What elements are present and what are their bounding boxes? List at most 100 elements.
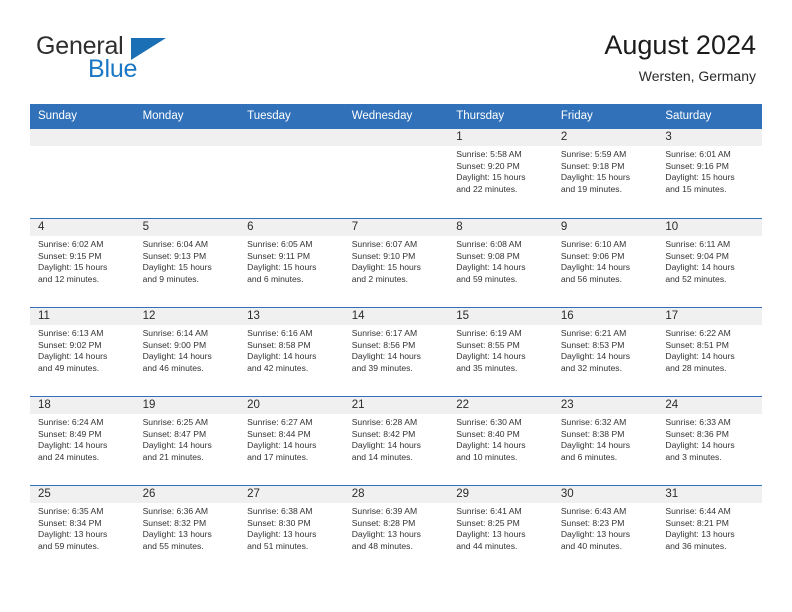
day-details: Sunrise: 6:27 AM Sunset: 8:44 PM Daylight:… xyxy=(239,414,344,463)
sunset-time: Sunset: 8:42 PM xyxy=(351,428,416,439)
calendar-day[interactable]: 4 Sunrise: 6:02 AM Sunset: 9:15 PM Daylight… xyxy=(30,218,135,307)
daylight-duration-line2: and 55 minutes. xyxy=(142,540,204,551)
calendar-day-cell[interactable]: 2 Sunrise: 5:59 AM Sunset: 9:18 PM Daylight… xyxy=(552,129,658,218)
calendar-day-cell[interactable]: 5 Sunrise: 6:04 AM Sunset: 9:13 PM Daylight… xyxy=(134,218,240,307)
calendar-day[interactable]: 25 Sunrise: 6:35 AM Sunset: 8:34 PM Dayligh… xyxy=(30,485,135,574)
day-details: Sunrise: 6:01 AM Sunset: 9:16 PM Daylight:… xyxy=(657,146,762,195)
calendar-day[interactable]: 1 Sunrise: 5:58 AM Sunset: 9:20 PM Daylight… xyxy=(448,129,553,218)
calendar-day-cell[interactable]: 30 Sunrise: 6:43 AM Sunset: 8:23 PM Dayligh… xyxy=(552,485,658,574)
calendar-day[interactable]: 30 Sunrise: 6:43 AM Sunset: 8:23 PM Dayligh… xyxy=(552,485,658,574)
calendar-day-cell[interactable]: 16 Sunrise: 6:21 AM Sunset: 8:53 PM Dayligh… xyxy=(552,307,658,396)
calendar-day-cell[interactable]: 8 Sunrise: 6:08 AM Sunset: 9:08 PM Daylight… xyxy=(448,218,553,307)
calendar-day[interactable]: 9 Sunrise: 6:10 AM Sunset: 9:06 PM Daylight… xyxy=(552,218,658,307)
calendar-day-cell[interactable]: 17 Sunrise: 6:22 AM Sunset: 8:51 PM Dayligh… xyxy=(657,307,762,396)
calendar-day-cell[interactable]: 7 Sunrise: 6:07 AM Sunset: 9:10 PM Daylight… xyxy=(343,218,449,307)
calendar-day-cell[interactable] xyxy=(30,129,135,218)
calendar-day-cell[interactable] xyxy=(239,129,344,218)
day-details: Sunrise: 6:33 AM Sunset: 8:36 PM Daylight:… xyxy=(657,414,762,463)
weekday-header-row: Sunday Monday Tuesday Wednesday Thursday… xyxy=(30,104,762,129)
calendar-day-cell[interactable]: 12 Sunrise: 6:14 AM Sunset: 9:00 PM Dayligh… xyxy=(134,307,240,396)
sunrise-time: Sunrise: 6:07 AM xyxy=(351,239,418,249)
sunrise-time: Sunrise: 6:39 AM xyxy=(351,506,418,516)
daylight-duration-line1: Daylight: 14 hours xyxy=(38,440,108,451)
calendar-day[interactable]: 28 Sunrise: 6:39 AM Sunset: 8:28 PM Dayligh… xyxy=(343,485,449,574)
day-details: Sunrise: 6:44 AM Sunset: 8:21 PM Daylight:… xyxy=(657,503,762,552)
day-details: Sunrise: 6:14 AM Sunset: 9:00 PM Daylight:… xyxy=(135,325,240,374)
calendar-day[interactable]: 29 Sunrise: 6:41 AM Sunset: 8:25 PM Dayligh… xyxy=(448,485,553,574)
calendar-day-cell[interactable]: 25 Sunrise: 6:35 AM Sunset: 8:34 PM Dayligh… xyxy=(30,485,135,574)
calendar-day[interactable]: 6 Sunrise: 6:05 AM Sunset: 9:11 PM Daylight… xyxy=(239,218,344,307)
day-details: Sunrise: 6:22 AM Sunset: 8:51 PM Daylight:… xyxy=(657,325,762,374)
calendar-day-cell[interactable]: 10 Sunrise: 6:11 AM Sunset: 9:04 PM Dayligh… xyxy=(657,218,762,307)
day-details: Sunrise: 5:58 AM Sunset: 9:20 PM Daylight:… xyxy=(448,146,553,195)
calendar-day[interactable]: 26 Sunrise: 6:36 AM Sunset: 8:32 PM Dayligh… xyxy=(134,485,240,574)
sunset-time: Sunset: 8:40 PM xyxy=(456,428,520,439)
sunset-time: Sunset: 9:08 PM xyxy=(456,250,520,261)
calendar-day-cell[interactable]: 31 Sunrise: 6:44 AM Sunset: 8:21 PM Dayligh… xyxy=(657,485,762,574)
calendar-day-cell[interactable]: 20 Sunrise: 6:27 AM Sunset: 8:44 PM Dayligh… xyxy=(239,396,344,485)
calendar-day-cell[interactable] xyxy=(134,129,240,218)
calendar-day[interactable]: 3 Sunrise: 6:01 AM Sunset: 9:16 PM Daylight… xyxy=(657,129,762,218)
calendar-day[interactable]: 20 Sunrise: 6:27 AM Sunset: 8:44 PM Dayligh… xyxy=(239,396,344,485)
daylight-duration-line1: Daylight: 13 hours xyxy=(560,529,631,540)
day-number: 5 xyxy=(134,219,240,236)
calendar-day[interactable]: 17 Sunrise: 6:22 AM Sunset: 8:51 PM Dayligh… xyxy=(657,307,762,396)
calendar-day-cell[interactable]: 22 Sunrise: 6:30 AM Sunset: 8:40 PM Dayligh… xyxy=(448,396,553,485)
calendar-day[interactable]: 7 Sunrise: 6:07 AM Sunset: 9:10 PM Daylight… xyxy=(343,218,449,307)
calendar-day[interactable]: 19 Sunrise: 6:25 AM Sunset: 8:47 PM Dayligh… xyxy=(134,396,240,485)
calendar-day-cell[interactable]: 24 Sunrise: 6:33 AM Sunset: 8:36 PM Dayligh… xyxy=(657,396,762,485)
daylight-duration-line2: and 35 minutes. xyxy=(456,362,518,373)
sunrise-time: Sunrise: 6:13 AM xyxy=(38,328,104,338)
calendar-day[interactable]: 18 Sunrise: 6:24 AM Sunset: 8:49 PM Dayligh… xyxy=(30,396,135,485)
calendar-day[interactable]: 27 Sunrise: 6:38 AM Sunset: 8:30 PM Dayligh… xyxy=(239,485,344,574)
calendar-day-cell[interactable]: 1 Sunrise: 5:58 AM Sunset: 9:20 PM Daylight… xyxy=(448,129,553,218)
calendar-day-cell[interactable]: 14 Sunrise: 6:17 AM Sunset: 8:56 PM Dayligh… xyxy=(343,307,449,396)
calendar-day[interactable]: 12 Sunrise: 6:14 AM Sunset: 9:00 PM Dayligh… xyxy=(134,307,240,396)
calendar-day[interactable]: 16 Sunrise: 6:21 AM Sunset: 8:53 PM Dayligh… xyxy=(552,307,658,396)
calendar-day-cell[interactable]: 15 Sunrise: 6:19 AM Sunset: 8:55 PM Dayligh… xyxy=(448,307,553,396)
daylight-duration-line1: Daylight: 14 hours xyxy=(351,440,421,451)
calendar-day-cell[interactable]: 18 Sunrise: 6:24 AM Sunset: 8:49 PM Dayligh… xyxy=(30,396,135,485)
calendar-day-cell[interactable]: 11 Sunrise: 6:13 AM Sunset: 9:02 PM Dayligh… xyxy=(30,307,135,396)
calendar-day-cell[interactable]: 19 Sunrise: 6:25 AM Sunset: 8:47 PM Dayligh… xyxy=(134,396,240,485)
calendar-day-cell[interactable]: 4 Sunrise: 6:02 AM Sunset: 9:15 PM Daylight… xyxy=(30,218,135,307)
calendar-day[interactable]: 22 Sunrise: 6:30 AM Sunset: 8:40 PM Dayligh… xyxy=(448,396,553,485)
calendar-day-cell[interactable]: 29 Sunrise: 6:41 AM Sunset: 8:25 PM Dayligh… xyxy=(448,485,553,574)
calendar-day[interactable]: 5 Sunrise: 6:04 AM Sunset: 9:13 PM Daylight… xyxy=(134,218,240,307)
calendar-day[interactable]: 23 Sunrise: 6:32 AM Sunset: 8:38 PM Dayligh… xyxy=(552,396,658,485)
day-number: 15 xyxy=(448,308,553,325)
calendar-day-cell[interactable]: 23 Sunrise: 6:32 AM Sunset: 8:38 PM Dayligh… xyxy=(552,396,658,485)
calendar-day-cell[interactable]: 9 Sunrise: 6:10 AM Sunset: 9:06 PM Daylight… xyxy=(552,218,658,307)
calendar-day[interactable]: 31 Sunrise: 6:44 AM Sunset: 8:21 PM Dayligh… xyxy=(657,485,762,574)
calendar-day-cell[interactable]: 21 Sunrise: 6:28 AM Sunset: 8:42 PM Dayligh… xyxy=(343,396,449,485)
calendar-day[interactable]: 11 Sunrise: 6:13 AM Sunset: 9:02 PM Dayligh… xyxy=(30,307,135,396)
day-details: Sunrise: 6:04 AM Sunset: 9:13 PM Daylight:… xyxy=(135,236,240,285)
calendar-day-cell[interactable] xyxy=(343,129,449,218)
calendar-day-cell[interactable]: 3 Sunrise: 6:01 AM Sunset: 9:16 PM Daylight… xyxy=(657,129,762,218)
calendar-day[interactable]: 24 Sunrise: 6:33 AM Sunset: 8:36 PM Dayligh… xyxy=(657,396,762,485)
day-number: 21 xyxy=(343,397,449,414)
calendar-day[interactable]: 14 Sunrise: 6:17 AM Sunset: 8:56 PM Dayligh… xyxy=(343,307,449,396)
daylight-duration-line2: and 10 minutes. xyxy=(456,451,518,462)
day-details: Sunrise: 6:11 AM Sunset: 9:04 PM Daylight:… xyxy=(657,236,762,285)
calendar-day[interactable]: 13 Sunrise: 6:16 AM Sunset: 8:58 PM Dayligh… xyxy=(239,307,344,396)
calendar-day-cell[interactable]: 6 Sunrise: 6:05 AM Sunset: 9:11 PM Daylight… xyxy=(239,218,344,307)
sunset-time: Sunset: 8:44 PM xyxy=(247,428,311,439)
calendar-day-cell[interactable]: 26 Sunrise: 6:36 AM Sunset: 8:32 PM Dayligh… xyxy=(134,485,240,574)
calendar-day[interactable]: 8 Sunrise: 6:08 AM Sunset: 9:08 PM Daylight… xyxy=(448,218,553,307)
calendar-day[interactable]: 10 Sunrise: 6:11 AM Sunset: 9:04 PM Dayligh… xyxy=(657,218,762,307)
calendar-day-cell[interactable]: 13 Sunrise: 6:16 AM Sunset: 8:58 PM Dayligh… xyxy=(239,307,344,396)
calendar-day-cell[interactable]: 28 Sunrise: 6:39 AM Sunset: 8:28 PM Dayligh… xyxy=(343,485,449,574)
sunset-time: Sunset: 9:02 PM xyxy=(38,339,102,350)
title-block: August 2024 Wersten, Germany xyxy=(604,28,756,86)
calendar-day[interactable]: 21 Sunrise: 6:28 AM Sunset: 8:42 PM Dayligh… xyxy=(343,396,449,485)
calendar-day-cell[interactable]: 27 Sunrise: 6:38 AM Sunset: 8:30 PM Dayligh… xyxy=(239,485,344,574)
daylight-duration-line2: and 28 minutes. xyxy=(665,362,727,373)
day-number xyxy=(343,129,449,146)
calendar-day[interactable]: 2 Sunrise: 5:59 AM Sunset: 9:18 PM Daylight… xyxy=(552,129,658,218)
daylight-duration-line1: Daylight: 13 hours xyxy=(665,529,735,540)
day-number: 26 xyxy=(134,486,240,503)
calendar-day[interactable]: 15 Sunrise: 6:19 AM Sunset: 8:55 PM Dayligh… xyxy=(448,307,553,396)
sunrise-time: Sunrise: 6:22 AM xyxy=(665,328,731,338)
brand-logo[interactable]: General Blue xyxy=(36,32,266,88)
